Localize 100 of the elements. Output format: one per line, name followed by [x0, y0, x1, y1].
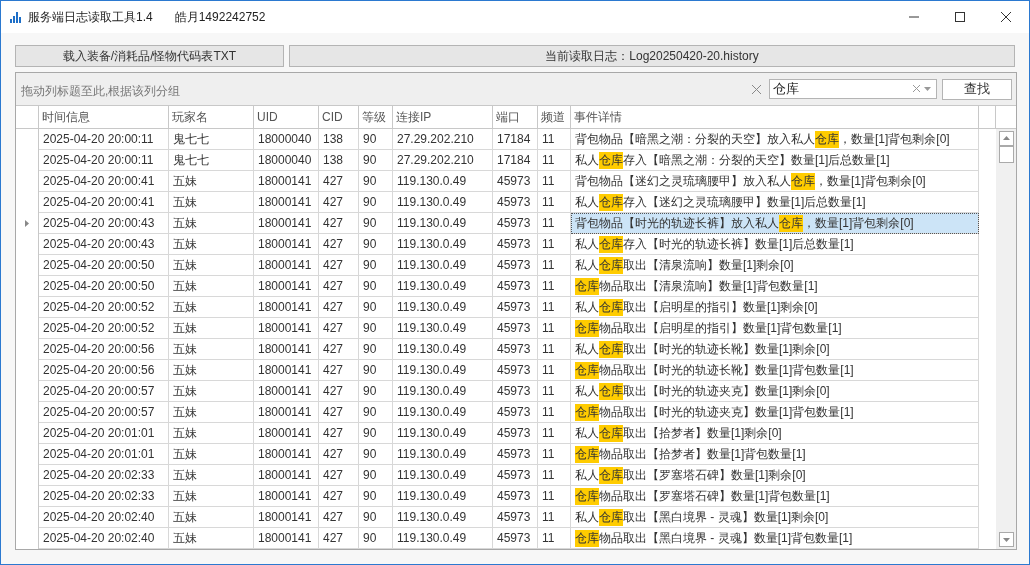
table-cell: 五妹	[169, 402, 254, 423]
table-cell: 45973	[493, 381, 538, 402]
window-subtitle: 皓月1492242752	[174, 8, 266, 26]
table-cell: 18000141	[254, 444, 319, 465]
close-icon[interactable]	[913, 85, 920, 92]
table-cell: 2025-04-20 20:00:56	[39, 339, 169, 360]
table-cell: 90	[359, 486, 393, 507]
event-cell: 私人仓库取出【拾梦者】数量[1]剩余[0]	[571, 423, 979, 444]
table-cell: 138	[319, 129, 359, 150]
table-cell: 119.130.0.49	[393, 339, 493, 360]
window-title: 服务端日志读取工具1.4	[28, 8, 153, 26]
table-cell: 鬼七七	[169, 150, 254, 171]
table-cell: 18000141	[254, 339, 319, 360]
column-header[interactable]: 端口	[493, 106, 538, 128]
caret-icon[interactable]	[924, 86, 931, 91]
bar-chart-icon	[10, 11, 22, 23]
event-cell: 仓库物品取出【启明星的指引】数量[1]背包数量[1]	[571, 318, 979, 339]
current-log-button[interactable]: 当前读取日志：Log20250420-20.history	[289, 45, 1015, 67]
table-cell: 45973	[493, 360, 538, 381]
table-cell: 2025-04-20 20:00:57	[39, 402, 169, 423]
table-cell: 鬼七七	[169, 129, 254, 150]
table-cell: 2025-04-20 20:00:43	[39, 213, 169, 234]
table-cell: 427	[319, 234, 359, 255]
event-cell: 背包物品【暗黑之潮：分裂的天空】放入私人仓库，数量[1]背包剩余[0]	[571, 129, 979, 150]
table-cell: 2025-04-20 20:00:41	[39, 192, 169, 213]
event-cell: 私人仓库取出【黑白境界 - 灵魂】数量[1]剩余[0]	[571, 507, 979, 528]
table-cell: 27.29.202.210	[393, 150, 493, 171]
close-icon[interactable]	[752, 84, 761, 94]
search-field[interactable]: 仓库	[769, 79, 937, 99]
table-cell: 119.130.0.49	[393, 213, 493, 234]
table-cell: 17184	[493, 150, 538, 171]
table-cell: 五妹	[169, 423, 254, 444]
table-cell: 45973	[493, 318, 538, 339]
table-cell: 119.130.0.49	[393, 171, 493, 192]
table-cell: 90	[359, 402, 393, 423]
table-cell: 427	[319, 423, 359, 444]
table-cell: 18000141	[254, 255, 319, 276]
table-cell: 17184	[493, 129, 538, 150]
load-codes-button[interactable]: 载入装备/消耗品/怪物代码表TXT	[15, 45, 284, 67]
table-cell: 18000141	[254, 213, 319, 234]
table-cell: 45973	[493, 255, 538, 276]
table-cell: 119.130.0.49	[393, 255, 493, 276]
table-cell: 45973	[493, 297, 538, 318]
table-cell: 18000141	[254, 528, 319, 549]
column-header[interactable]: 连接IP	[393, 106, 493, 128]
event-cell: 私人仓库取出【启明星的指引】数量[1]剩余[0]	[571, 297, 979, 318]
table-cell: 45973	[493, 528, 538, 549]
column-header[interactable]: 时间信息	[39, 106, 169, 128]
table-cell: 90	[359, 381, 393, 402]
column-header[interactable]: UID	[254, 106, 319, 128]
table-cell: 90	[359, 318, 393, 339]
column-header[interactable]: 频道	[538, 106, 571, 128]
event-cell: 私人仓库取出【时光的轨迹夹克】数量[1]剩余[0]	[571, 381, 979, 402]
table-cell: 427	[319, 339, 359, 360]
event-cell: 仓库物品取出【罗塞塔石碑】数量[1]背包数量[1]	[571, 486, 979, 507]
table-cell: 119.130.0.49	[393, 276, 493, 297]
table-cell: 90	[359, 234, 393, 255]
table-cell: 45973	[493, 234, 538, 255]
table-cell: 18000141	[254, 507, 319, 528]
table-cell: 18000141	[254, 423, 319, 444]
scroll-thumb-icon[interactable]	[998, 146, 1014, 163]
table-cell: 427	[319, 528, 359, 549]
table-cell: 五妹	[169, 255, 254, 276]
table-cell: 45973	[493, 339, 538, 360]
event-cell: 仓库物品取出【时光的轨迹夹克】数量[1]背包数量[1]	[571, 402, 979, 423]
column-header[interactable]: 等级	[359, 106, 393, 128]
table-cell: 45973	[493, 402, 538, 423]
scroll-down-icon[interactable]	[998, 532, 1014, 547]
table-cell: 2025-04-20 20:01:01	[39, 423, 169, 444]
table-cell: 45973	[493, 423, 538, 444]
table-cell: 138	[319, 150, 359, 171]
table-cell: 2025-04-20 20:00:41	[39, 171, 169, 192]
table-cell: 2025-04-20 20:02:40	[39, 507, 169, 528]
table-cell: 119.130.0.49	[393, 381, 493, 402]
column-header[interactable]: 玩家名	[169, 106, 254, 128]
table-cell: 2025-04-20 20:00:50	[39, 276, 169, 297]
table-cell: 2025-04-20 20:02:40	[39, 528, 169, 549]
event-cell: 仓库物品取出【时光的轨迹长靴】数量[1]背包数量[1]	[571, 360, 979, 381]
table-cell: 119.130.0.49	[393, 234, 493, 255]
column-header[interactable]: 事件详情	[571, 106, 979, 128]
table-cell: 五妹	[169, 360, 254, 381]
table-cell: 90	[359, 255, 393, 276]
table-cell: 427	[319, 171, 359, 192]
table-cell: 119.130.0.49	[393, 444, 493, 465]
scroll-up-icon[interactable]	[998, 131, 1014, 146]
column-header[interactable]: CID	[319, 106, 359, 128]
table-cell: 119.130.0.49	[393, 465, 493, 486]
event-cell: 私人仓库存入【暗黑之潮：分裂的天空】数量[1]后总数量[1]	[571, 150, 979, 171]
table-cell: 五妹	[169, 528, 254, 549]
table-cell: 45973	[493, 465, 538, 486]
table-cell: 90	[359, 528, 393, 549]
table-cell: 90	[359, 150, 393, 171]
event-cell: 私人仓库取出【清泉流响】数量[1]剩余[0]	[571, 255, 979, 276]
find-button[interactable]: 查找	[942, 78, 1012, 100]
table-cell: 427	[319, 192, 359, 213]
event-cell: 私人仓库存入【迷幻之灵琉璃腰甲】数量[1]后总数量[1]	[571, 192, 979, 213]
table-cell: 2025-04-20 20:02:33	[39, 486, 169, 507]
table-cell: 18000141	[254, 171, 319, 192]
table-cell: 18000040	[254, 150, 319, 171]
vertical-scrollbar[interactable]	[996, 129, 1016, 549]
